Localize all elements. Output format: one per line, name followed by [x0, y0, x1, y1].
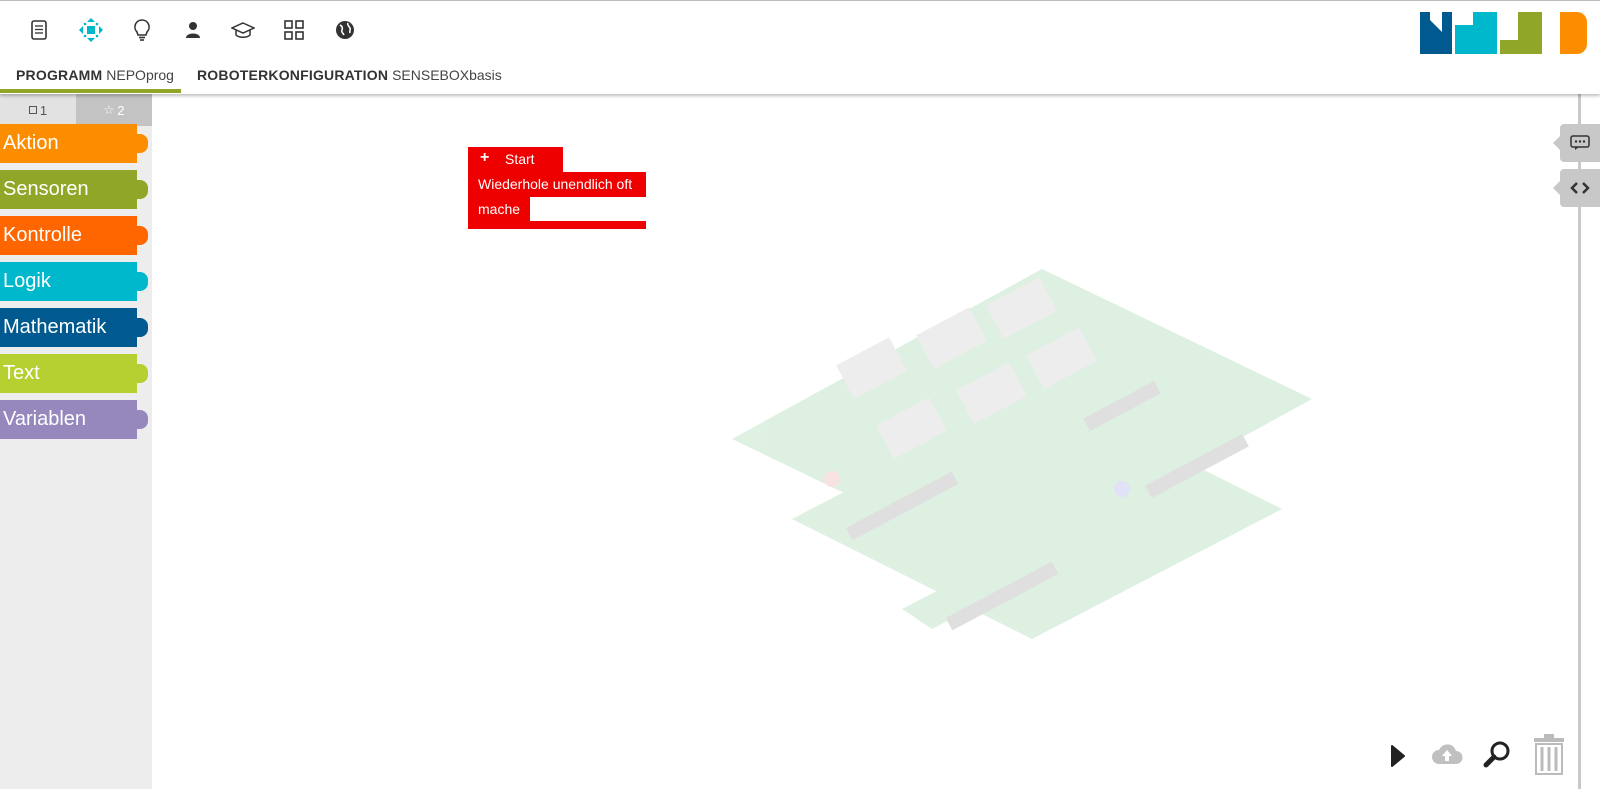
upload-button[interactable] — [1430, 741, 1464, 767]
lightbulb-icon[interactable] — [129, 17, 155, 43]
tab-robot-configuration[interactable]: ROBOTERKONFIGURATION SENSEBOXbasis — [197, 67, 502, 83]
zoom-button[interactable] — [1482, 739, 1512, 769]
globe-icon[interactable] — [332, 17, 358, 43]
robot-connect-icon[interactable] — [78, 17, 104, 43]
comment-icon — [1570, 135, 1590, 150]
start-block-label: Start — [505, 151, 535, 167]
toolbox-level-2-tab[interactable]: ☆ 2 — [76, 94, 152, 126]
repeat-forever-block[interactable]: Wiederhole unendlich oft — [468, 172, 646, 197]
code-view-button[interactable] — [1553, 169, 1600, 207]
level-label: 2 — [117, 102, 125, 118]
nepo-logo — [1410, 12, 1587, 54]
star-icon: ☆ — [103, 103, 115, 117]
loop-block-bottom — [468, 221, 646, 229]
category-logic[interactable]: Logik — [0, 262, 148, 301]
tab-configuration-label: ROBOTERKONFIGURATION — [197, 67, 389, 83]
tab-program[interactable]: PROGRAMM NEPOprog — [16, 67, 174, 83]
run-icon — [1391, 745, 1405, 767]
category-text[interactable]: Text — [0, 354, 148, 393]
graduation-cap-icon[interactable] — [230, 17, 256, 43]
repeat-forever-label: Wiederhole unendlich oft — [478, 176, 633, 192]
program-name: NEPOprog — [106, 67, 174, 83]
trash-icon — [1534, 734, 1564, 775]
do-statement-label-area: mache — [468, 197, 530, 221]
start-block[interactable]: + Start — [468, 147, 563, 172]
run-button[interactable] — [1387, 743, 1409, 769]
comment-button[interactable] — [1553, 124, 1600, 162]
category-sensors[interactable]: Sensoren — [0, 170, 148, 209]
do-label: mache — [478, 201, 521, 217]
program-workspace[interactable]: + Start Wiederhole unendlich oft mache — [152, 94, 1580, 789]
configuration-name: SENSEBOXbasis — [392, 67, 502, 83]
user-icon[interactable] — [180, 17, 206, 43]
block-toolbox: 1 ☆ 2 Aktion Sensoren Kontrolle Logik Ma… — [0, 94, 152, 789]
trash-can[interactable] — [1531, 733, 1567, 775]
category-variables[interactable]: Variablen — [0, 400, 148, 439]
square-icon — [28, 106, 37, 114]
plus-icon[interactable]: + — [480, 149, 489, 167]
category-math[interactable]: Mathematik — [0, 308, 148, 347]
active-tab-indicator — [0, 89, 181, 93]
gallery-grid-icon[interactable] — [281, 17, 307, 43]
category-action[interactable]: Aktion — [0, 124, 148, 163]
document-icon[interactable] — [26, 17, 52, 43]
top-navigation-bar: PROGRAMM NEPOprog ROBOTERKONFIGURATION S… — [0, 0, 1600, 94]
category-control[interactable]: Kontrolle — [0, 216, 148, 255]
code-view-icon — [1570, 182, 1590, 194]
level-label: 1 — [39, 102, 48, 118]
upload-cloud-icon — [1432, 744, 1463, 764]
tab-program-label: PROGRAMM — [16, 67, 103, 83]
toolbox-level-1-tab[interactable]: 1 — [0, 94, 76, 126]
zoom-icon — [1483, 741, 1510, 768]
sensebox-board-background — [732, 269, 1312, 639]
